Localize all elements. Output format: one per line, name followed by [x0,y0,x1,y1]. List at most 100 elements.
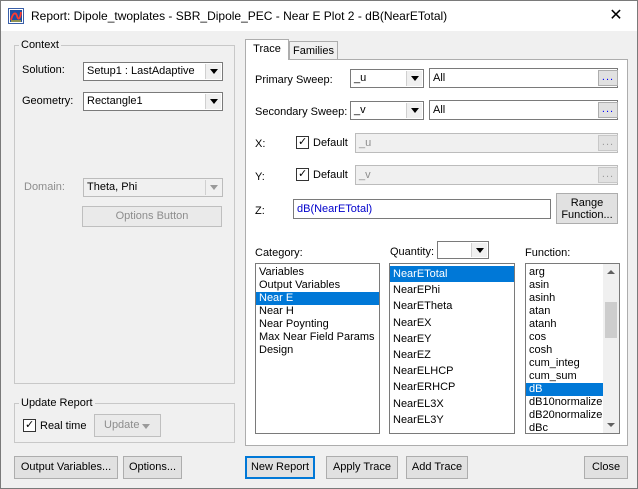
context-legend: Context [21,39,59,51]
chevron-down-icon[interactable] [406,103,422,118]
geometry-select[interactable]: Rectangle1 [83,92,223,111]
quantity-list-item[interactable]: NearEX [390,315,514,331]
function-list-item[interactable]: cum_integ [526,357,603,370]
secondary-sweep-value: _v [354,104,366,116]
function-items: arg asin asinh atan atanh cos cosh cum_integ cum… [526,266,603,433]
primary-sweep-range-value: All [433,72,446,84]
output-variables-button[interactable]: Output Variables... [14,456,118,479]
add-trace-button[interactable]: Add Trace [406,456,468,479]
realtime-label: Real time [40,420,87,432]
function-label: Function: [525,247,571,259]
app-icon [8,8,24,24]
function-list-item[interactable]: cos [526,331,603,344]
chevron-down-icon[interactable] [205,94,221,109]
quantity-list-item[interactable]: NearEZ [390,347,514,363]
function-list-item[interactable]: atanh [526,318,603,331]
function-list[interactable]: arg asin asinh atan atanh cos cosh cum_integ cum… [525,263,620,434]
scroll-down-icon[interactable] [603,417,619,433]
quantity-list-item[interactable]: NearETheta [390,298,514,314]
range-function-button[interactable]: Range Function... [556,193,618,224]
window-title: Report: Dipole_twoplates - SBR_Dipole_PE… [31,9,448,23]
function-list-item[interactable]: cum_sum [526,370,603,383]
x-default-checkbox[interactable] [296,135,309,149]
function-list-item[interactable]: atan [526,305,603,318]
quantity-list-item[interactable]: NearEL3X [390,396,514,412]
geometry-value: Rectangle1 [87,95,143,107]
function-list-item[interactable]: asin [526,279,603,292]
category-list-item[interactable]: Variables [256,266,379,279]
function-list-item[interactable]: dB [526,383,603,396]
z-expression-field[interactable]: dB(NearETotal) [293,199,551,219]
category-list-item[interactable]: Near E [256,292,379,305]
y-field[interactable]: _v [355,165,618,185]
category-list-item[interactable]: Design [256,344,379,357]
quantity-list[interactable]: NearETotal NearEPhi NearETheta NearEX NearEY… [389,263,515,434]
y-default-label: Default [313,169,348,181]
quantity-list-item[interactable]: NearEPhi [390,282,514,298]
function-list-item[interactable]: cosh [526,344,603,357]
function-list-item[interactable]: dBc [526,422,603,433]
primary-sweep-range-field[interactable]: All [429,68,618,88]
category-label: Category: [255,247,303,259]
primary-sweep-select[interactable]: _u [350,69,424,88]
realtime-checkbox[interactable] [23,418,36,432]
category-list-item[interactable]: Near H [256,305,379,318]
primary-sweep-ellipsis-button[interactable]: ... [598,70,618,86]
function-list-item[interactable]: dB10normalize [526,396,603,409]
category-list-item[interactable]: Max Near Field Params [256,331,379,344]
secondary-sweep-range-field[interactable]: All [429,100,618,120]
domain-select[interactable]: Theta, Phi [83,178,223,197]
primary-sweep-label: Primary Sweep: [255,74,333,86]
quantity-filter-select[interactable] [437,241,489,259]
function-list-item[interactable]: asinh [526,292,603,305]
tab-trace[interactable]: Trace [245,39,289,60]
chevron-down-icon[interactable] [205,64,221,79]
quantity-list-item[interactable]: NearETotal [390,266,514,283]
x-ellipsis-button[interactable]: ... [598,135,618,151]
range-function-line2: Function... [561,209,613,221]
z-label: Z: [255,205,265,217]
function-list-item[interactable]: arg [526,266,603,279]
scroll-thumb[interactable] [605,302,617,338]
quantity-list-item[interactable]: NearEL3Y [390,412,514,428]
update-report-legend: Update Report [21,397,93,409]
secondary-sweep-select[interactable]: _v [350,101,424,120]
secondary-sweep-range-value: All [433,104,446,116]
solution-value: Setup1 : LastAdaptive [87,65,195,77]
domain-label: Domain: [24,181,65,193]
y-label: Y: [255,171,265,183]
options-button[interactable]: Options Button [82,206,222,227]
close-button[interactable]: Close [584,456,628,479]
function-scrollbar[interactable] [603,264,619,433]
x-value: _u [359,137,372,149]
category-list[interactable]: Variables Output Variables Near E Near H Nea… [255,263,380,434]
category-list-item[interactable]: Output Variables [256,279,379,292]
quantity-list-item[interactable]: NearEY [390,331,514,347]
y-ellipsis-button[interactable]: ... [598,167,618,183]
y-default-checkbox[interactable] [296,167,309,181]
solution-label: Solution: [22,64,65,76]
range-function-line1: Range [570,197,604,209]
chevron-down-icon[interactable] [406,71,422,86]
z-value: dB(NearETotal) [297,203,373,215]
apply-trace-button[interactable]: Apply Trace [326,456,398,479]
x-default-label: Default [313,137,348,149]
secondary-sweep-ellipsis-button[interactable]: ... [598,102,618,118]
solution-select[interactable]: Setup1 : LastAdaptive [83,62,223,81]
function-list-item[interactable]: dB20normalize [526,409,603,422]
quantity-list-item[interactable]: NearERHCP [390,379,514,395]
close-icon[interactable]: ✕ [601,5,631,27]
tab-families[interactable]: Families [289,41,338,60]
chevron-down-icon[interactable] [205,180,221,195]
scroll-up-icon[interactable] [603,264,619,280]
options-dialog-button[interactable]: Options... [123,456,182,479]
y-value: _v [359,169,371,181]
geometry-label: Geometry: [22,95,74,107]
update-button[interactable]: Update [94,414,161,437]
report-dialog: Report: Dipole_twoplates - SBR_Dipole_PE… [0,0,638,489]
quantity-list-item[interactable]: NearELHCP [390,363,514,379]
x-field[interactable]: _u [355,133,618,153]
chevron-down-icon[interactable] [471,243,487,257]
new-report-button[interactable]: New Report [245,456,315,479]
category-list-item[interactable]: Near Poynting [256,318,379,331]
